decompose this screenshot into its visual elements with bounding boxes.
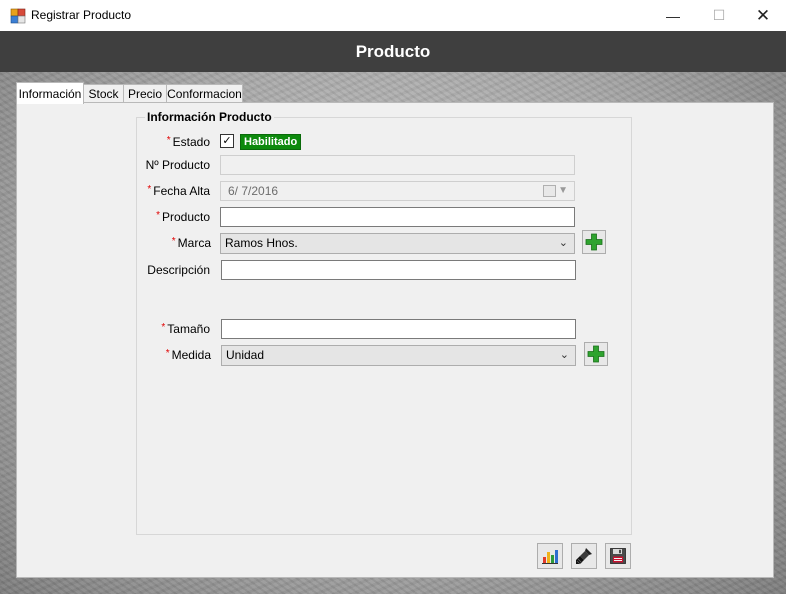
page-title: Producto [355,41,431,61]
close-button[interactable]: ✕ [740,0,786,31]
window-title: Registrar Producto [31,8,132,22]
add-marca-button[interactable] [582,230,606,254]
calendar-icon [543,185,556,197]
minimize-button[interactable]: — [650,0,696,31]
save-button[interactable] [605,543,631,569]
tab-informacion[interactable]: Información [16,82,84,104]
chevron-down-icon: ⌄ [559,349,569,361]
add-medida-button[interactable] [584,342,608,366]
floppy-disk-icon [610,548,626,564]
chevron-down-icon: ▼ [558,185,568,196]
producto-label: * Producto [156,210,210,224]
plus-icon [585,233,603,251]
brush-icon [576,548,592,565]
tamano-input[interactable] [221,319,576,339]
tab-stock[interactable]: Stock [83,84,124,103]
clear-button[interactable] [571,543,597,569]
bar-chart-icon [542,550,558,564]
marca-select[interactable]: Ramos Hnos. ⌄ [220,233,575,254]
estado-checkbox[interactable]: ✓ [220,134,234,148]
report-button[interactable] [537,543,563,569]
plus-icon [587,345,605,363]
check-icon: ✓ [222,135,232,147]
producto-input[interactable] [220,207,575,227]
medida-select[interactable]: Unidad ⌄ [221,345,576,366]
tab-precio[interactable]: Precio [123,84,167,103]
medida-selected-value: Unidad [226,348,265,362]
required-mark: * [166,135,171,146]
estado-label: * Estado [166,135,210,149]
fecha-alta-datepicker: 6/ 7/2016 ▼ [220,181,575,201]
nro-producto-field [220,155,575,175]
status-badge: Habilitado [240,134,302,150]
marca-label: * Marca [171,236,211,250]
medida-label: * Medida [165,348,211,362]
app-window-icon [10,8,26,24]
tab-conformacion[interactable]: Conformacion [166,84,243,103]
descripcion-input[interactable] [221,260,576,280]
fecha-alta-label: * Fecha Alta [147,184,210,198]
nro-producto-label: Nº Producto [145,158,210,172]
window-titlebar: Registrar Producto — ☐ ✕ [0,0,786,32]
page-header: Producto [0,31,786,72]
chevron-down-icon: ⌄ [558,237,568,249]
groupbox-title: Información Producto [145,110,274,124]
tamano-label: * Tamaño [161,322,210,336]
descripcion-label: Descripción [147,263,210,277]
marca-selected-value: Ramos Hnos. [225,236,298,250]
maximize-button[interactable]: ☐ [696,0,742,31]
